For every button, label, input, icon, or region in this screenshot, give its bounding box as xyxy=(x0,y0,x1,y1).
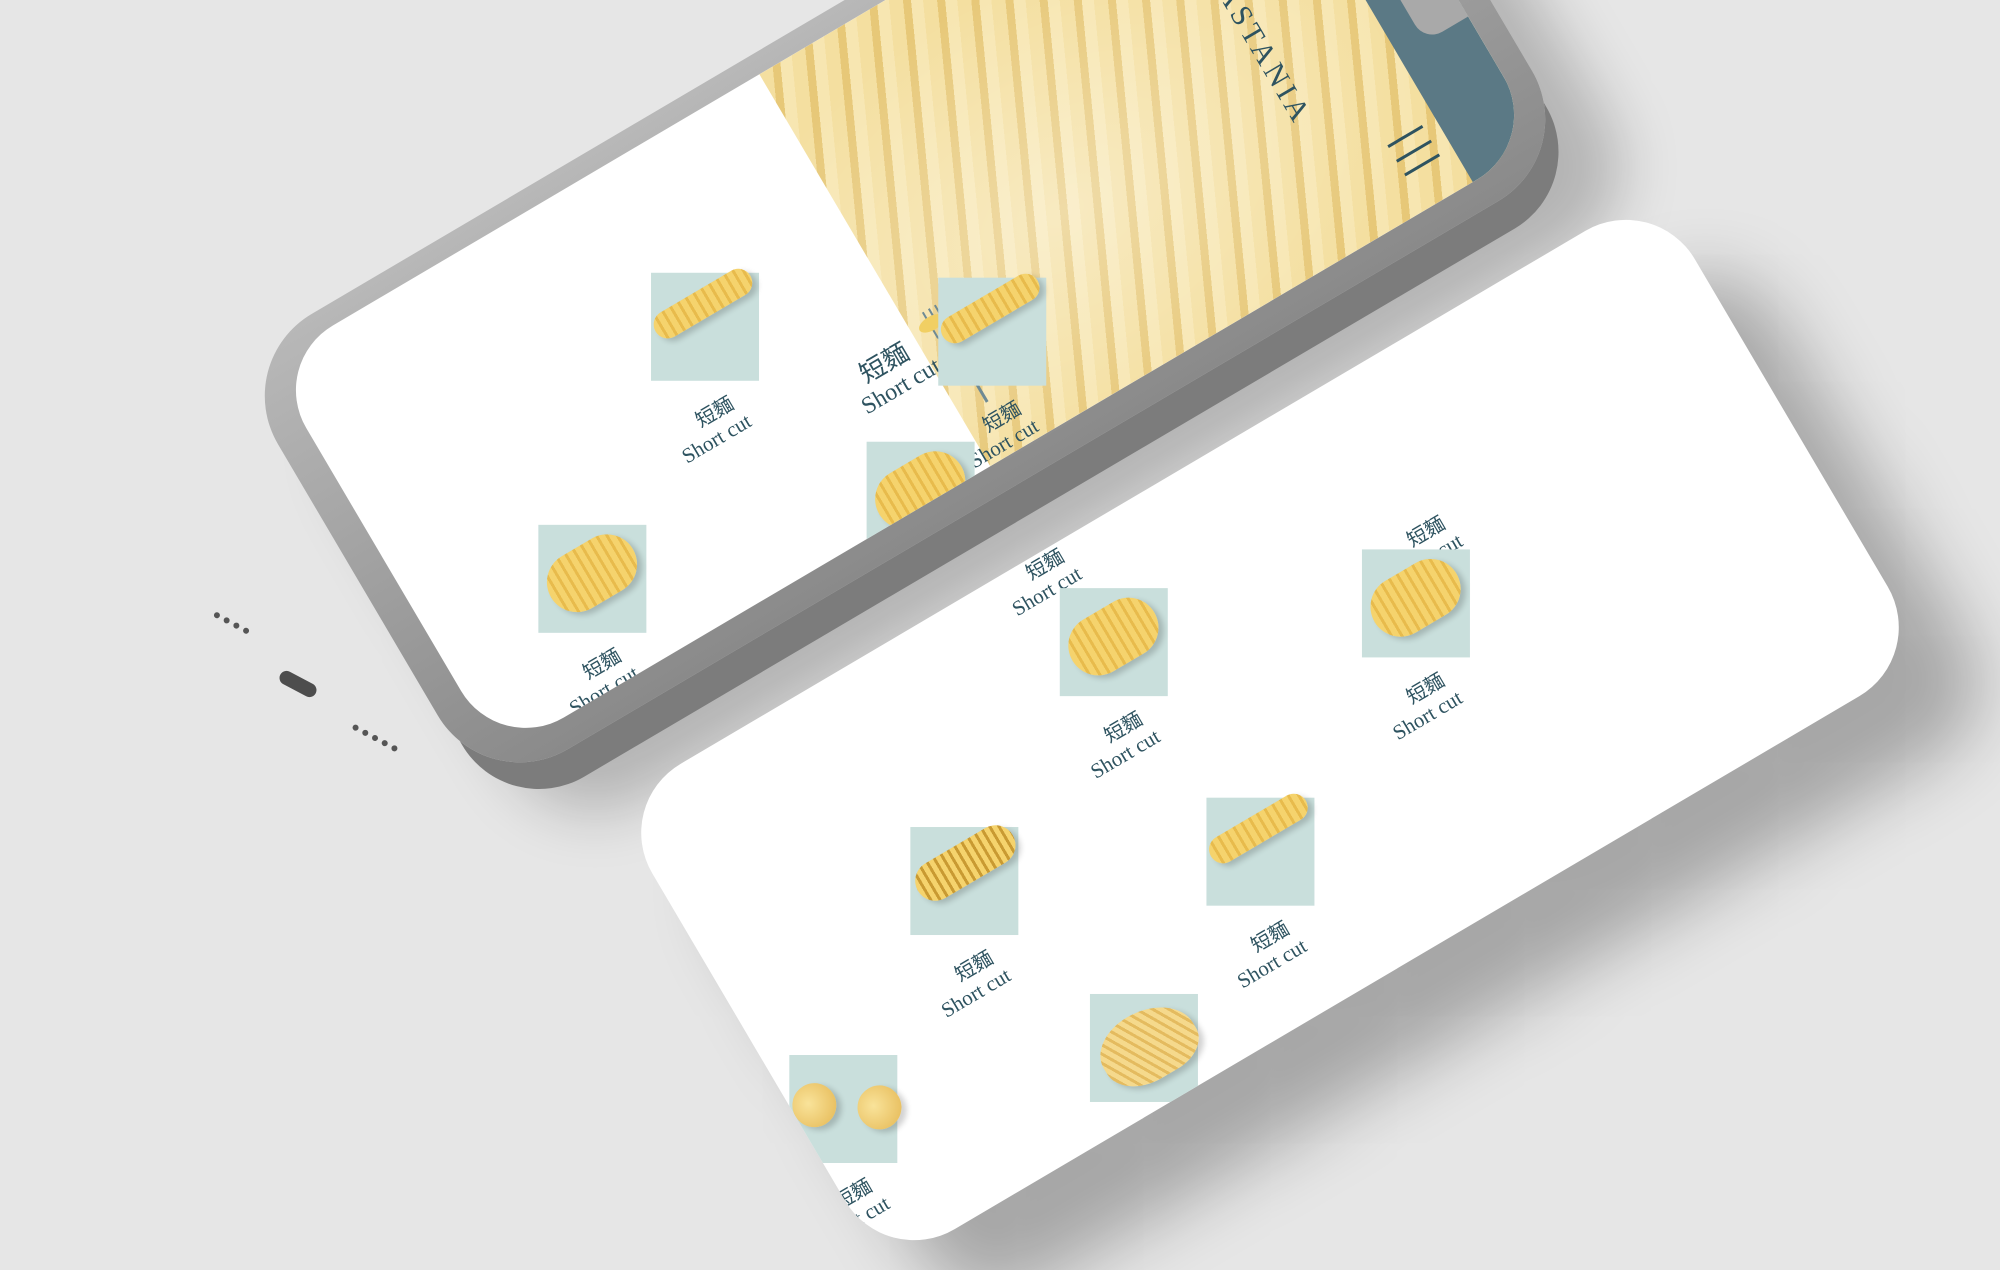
product-name-zh: 短麵 xyxy=(1131,1114,1177,1154)
phone-charging-port xyxy=(277,668,319,700)
product-tile[interactable]: 短麵 Short cut xyxy=(1312,493,1576,750)
product-tile[interactable]: 短麵 Short cut xyxy=(601,217,865,474)
product-tile[interactable]: 短麵 Short cut xyxy=(740,999,1004,1256)
phone-speaker-left xyxy=(212,611,251,635)
phone-speaker-right xyxy=(351,723,399,753)
mockup-stage: PASTANIA 短麵 Short cut 短麵 Short cut 短麵 Sh… xyxy=(0,0,2000,1270)
product-tile[interactable]: 短麵 Short cut xyxy=(861,771,1125,1028)
product-name-zh: 短麵 xyxy=(907,561,954,602)
product-name-en: Short cut xyxy=(1116,1129,1195,1190)
